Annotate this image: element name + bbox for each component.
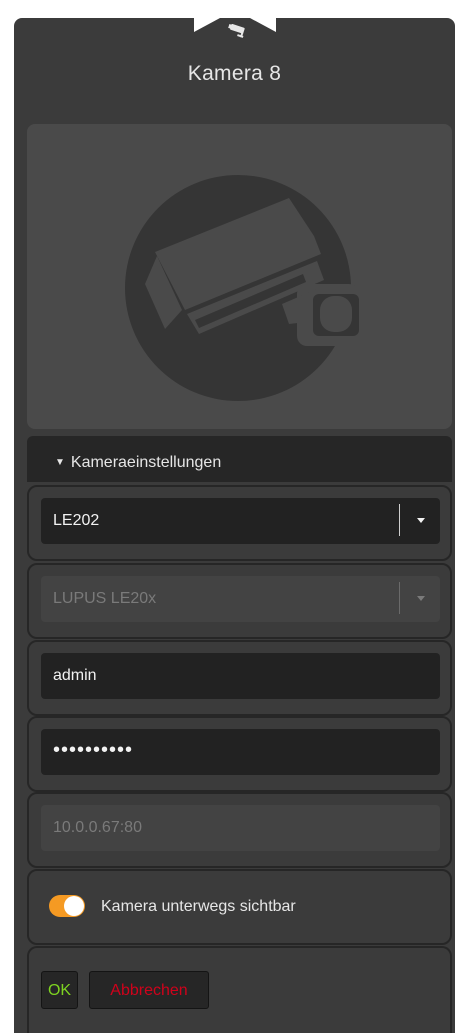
row-password: •••••••••• bbox=[27, 716, 452, 792]
row-model-select: LE202 bbox=[27, 485, 452, 561]
section-header-camera-settings[interactable]: ▼ Kameraeinstellungen bbox=[27, 436, 452, 482]
ok-button[interactable]: OK bbox=[41, 971, 78, 1009]
section-header-label: Kameraeinstellungen bbox=[70, 454, 222, 471]
page-title: Kamera 8 bbox=[187, 62, 282, 85]
chevron-down-icon[interactable] bbox=[417, 518, 425, 523]
visibility-toggle[interactable] bbox=[49, 895, 85, 917]
chevron-down-icon bbox=[417, 596, 425, 601]
security-camera-icon bbox=[125, 175, 359, 401]
row-visibility-toggle: Kamera unterwegs sichtbar bbox=[27, 869, 452, 945]
row-address: 10.0.0.67:80 bbox=[27, 792, 452, 868]
username-field[interactable]: admin bbox=[41, 653, 440, 699]
camera-icon bbox=[228, 23, 245, 38]
address-field: 10.0.0.67:80 bbox=[41, 805, 440, 851]
type-select: LUPUS LE20x bbox=[41, 576, 440, 622]
camera-preview bbox=[27, 124, 452, 429]
select-separator bbox=[399, 582, 400, 614]
password-field[interactable]: •••••••••• bbox=[41, 729, 440, 775]
model-select[interactable]: LE202 bbox=[41, 498, 440, 544]
visibility-toggle-label: Kamera unterwegs sichtbar bbox=[101, 898, 296, 915]
triangle-down-icon: ▼ bbox=[55, 457, 65, 468]
row-type-select: LUPUS LE20x bbox=[27, 563, 452, 639]
type-select-value: LUPUS LE20x bbox=[53, 590, 157, 607]
select-separator bbox=[399, 504, 400, 536]
model-select-value: LE202 bbox=[53, 512, 100, 529]
row-username: admin bbox=[27, 640, 452, 716]
row-actions: OK Abbrechen bbox=[27, 946, 452, 1033]
toggle-knob bbox=[64, 896, 84, 916]
cancel-button[interactable]: Abbrechen bbox=[89, 971, 209, 1009]
